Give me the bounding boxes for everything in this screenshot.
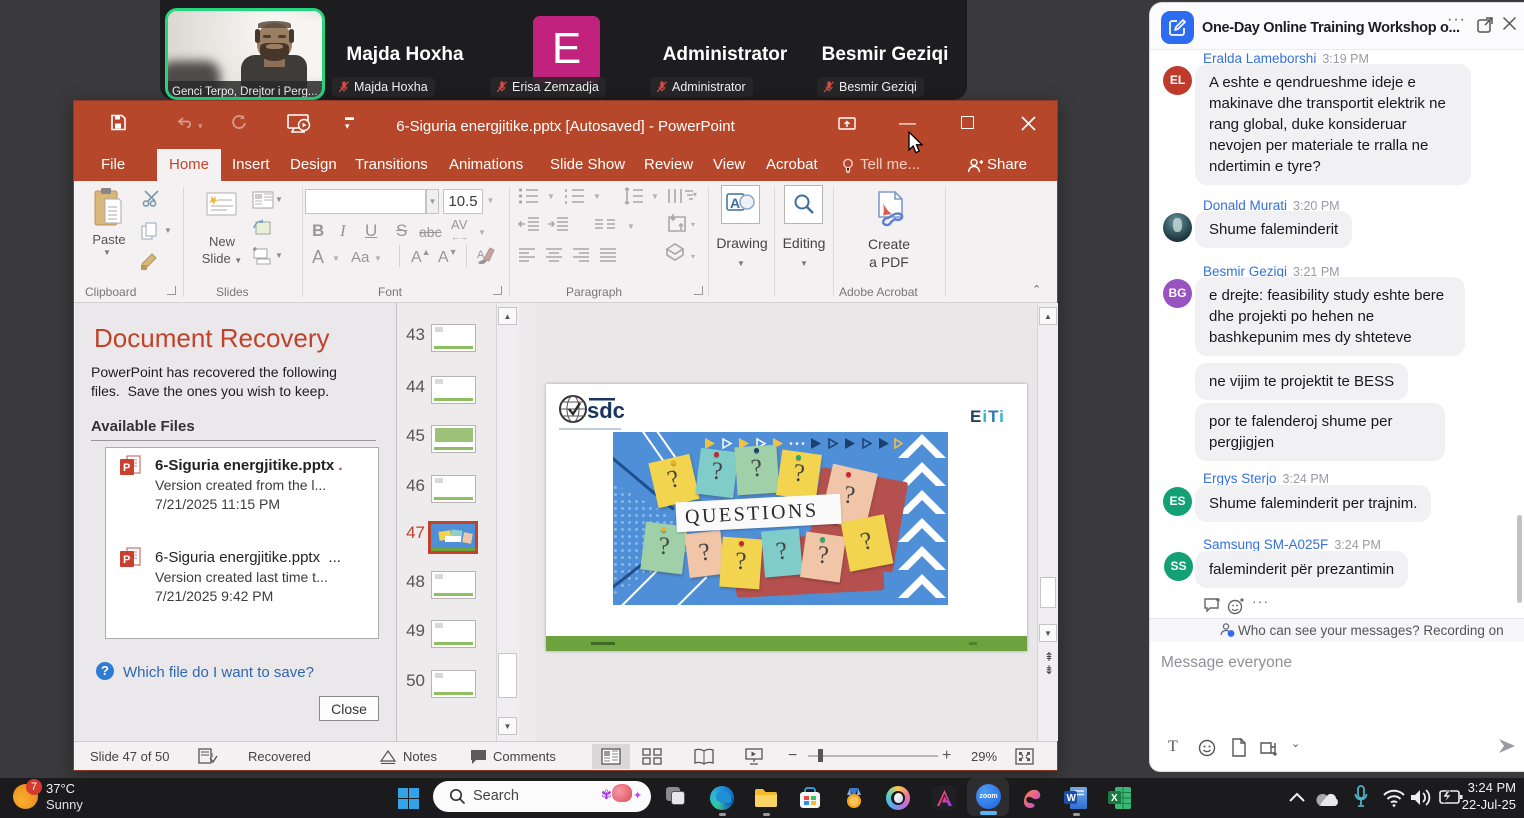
svg-text:▼: ▼: [547, 192, 555, 201]
svg-text:▾: ▾: [691, 220, 695, 229]
svg-text:P: P: [123, 462, 130, 474]
svg-text:x: x: [210, 752, 214, 759]
svg-text:▾: ▾: [693, 190, 697, 199]
svg-text:▾: ▾: [691, 252, 695, 261]
svg-text:▼: ▼: [593, 192, 601, 201]
svg-text:P: P: [123, 554, 130, 566]
svg-text:▼: ▼: [651, 192, 659, 201]
svg-text:A: A: [730, 195, 740, 211]
svg-text:A: A: [477, 249, 485, 261]
svg-text:X: X: [1111, 793, 1118, 804]
svg-text:sdc: sdc: [587, 398, 625, 423]
svg-text:W: W: [1067, 793, 1077, 804]
svg-text:▼: ▼: [627, 222, 635, 231]
